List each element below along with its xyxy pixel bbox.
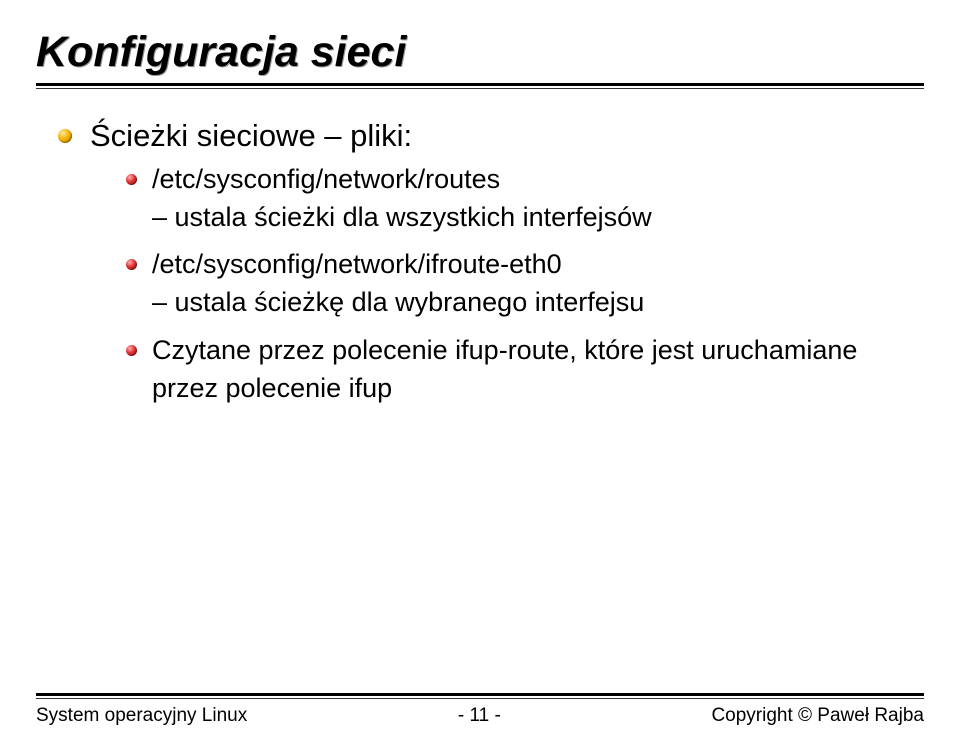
footer-center: - 11 - [458,705,501,727]
list-item: /etc/sysconfig/network/routes – ustala ś… [126,161,924,237]
slide: Konfiguracja sieci Ścieżki sieciowe – pl… [0,0,960,745]
section-item: Ścieżki sieciowe – pliki: /etc/sysconfig… [58,115,924,408]
item-path: /etc/sysconfig/network/ifroute-eth0 [152,249,562,279]
footer-row: System operacyjny Linux - 11 - Copyright… [36,705,924,727]
footer-left: System operacyjny Linux [36,705,247,727]
title-rule [36,83,924,89]
item-desc: – ustala ścieżki dla wszystkich interfej… [152,199,924,237]
footer-right: Copyright © Paweł Rajba [711,705,924,727]
list-item: Czytane przez polecenie ifup-route, któr… [126,332,924,408]
bullet-list-level2: /etc/sysconfig/network/routes – ustala ś… [90,161,924,408]
item-path: Czytane przez polecenie ifup-route, któr… [152,335,857,403]
footer: System operacyjny Linux - 11 - Copyright… [0,693,960,727]
section-label: Ścieżki sieciowe – pliki: [90,118,412,153]
bullet-list-level1: Ścieżki sieciowe – pliki: /etc/sysconfig… [36,115,924,408]
item-path: /etc/sysconfig/network/routes [152,164,500,194]
list-item: /etc/sysconfig/network/ifroute-eth0 – us… [126,246,924,322]
item-desc: – ustala ścieżkę dla wybranego interfejs… [152,284,924,322]
slide-title: Konfiguracja sieci [36,28,924,77]
